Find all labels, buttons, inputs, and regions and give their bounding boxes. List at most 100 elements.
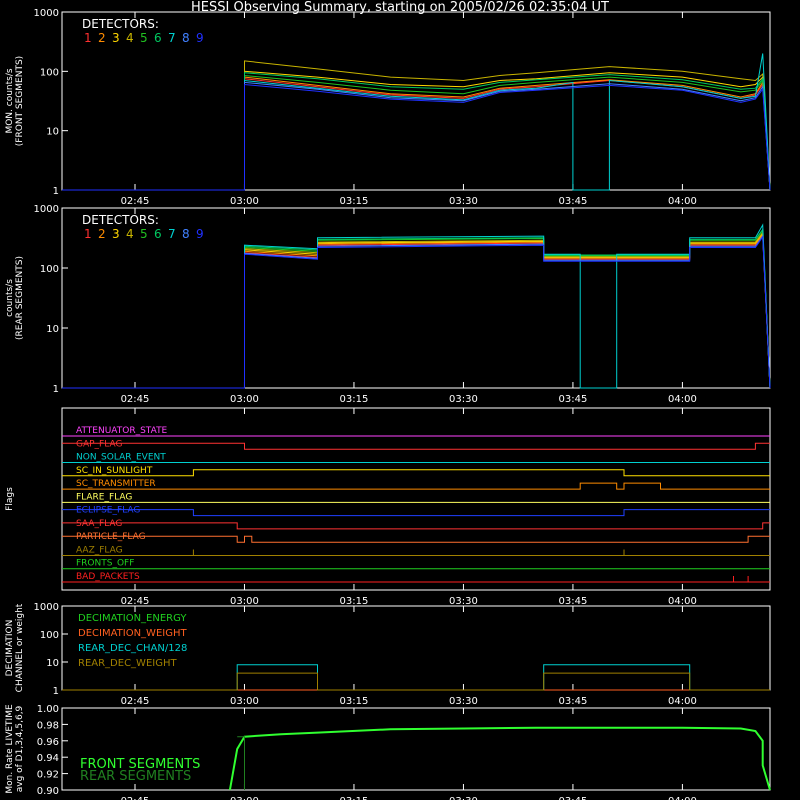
front-legend-detector-7: 7 — [168, 31, 176, 45]
flag-eclipse_flag-line — [62, 509, 770, 517]
rear-legend-detector-7: 7 — [168, 227, 176, 241]
rear-x-tick-label: 04:00 — [668, 394, 697, 405]
decimation-y-tick-label: 1000 — [34, 602, 59, 613]
flags-plot-frame — [61, 407, 771, 591]
front-legend-detector-3: 3 — [112, 31, 120, 45]
front-y-tick-label: 1 — [53, 186, 59, 197]
front-x-tick-label: 03:45 — [559, 196, 588, 207]
flags-x-tick-label: 03:15 — [340, 596, 369, 607]
flag-bad_packets-line — [62, 576, 770, 583]
rear-legend-detector-4: 4 — [126, 227, 134, 241]
front-y-tick-label: 100 — [40, 67, 59, 78]
rear-legend-title: DETECTORS: — [82, 213, 159, 227]
rear-detector-7-line — [62, 223, 771, 389]
flag-particle_flag-label: PARTICLE_FLAG — [76, 532, 146, 542]
front-y-axis-label: MON. counts/s — [5, 68, 15, 133]
front-detector-1-line — [62, 78, 771, 191]
front-y-tick-label: 1000 — [34, 8, 59, 19]
decimation-legend-1: DECIMATION_WEIGHT — [78, 628, 187, 639]
livetime-y-axis-label: Mon. Rate LIVETIME — [5, 704, 15, 794]
front-y-tick-label: 10 — [46, 127, 59, 138]
decimation-y-axis-label: DECIMATION — [5, 620, 15, 677]
livetime-x-tick-label: 02:45 — [121, 796, 150, 800]
flags-y-axis-label: Flags — [5, 487, 15, 511]
flag-eclipse_flag-label: ECLIPSE_FLAG — [76, 506, 140, 516]
flag-sc_in_sunlight-label: SC_IN_SUNLIGHT — [76, 466, 153, 476]
flag-saa_flag-line — [62, 522, 770, 530]
flag-aaz_flag-label: AAZ_FLAG — [76, 545, 123, 555]
flag-sc_in_sunlight-line — [62, 469, 770, 477]
livetime-x-tick-label: 03:30 — [449, 796, 478, 800]
front-legend-detector-5: 5 — [140, 31, 148, 45]
livetime-y-tick-label: 0.92 — [37, 770, 59, 781]
front-detector-9-line — [62, 83, 771, 191]
decimation-x-tick-label: 03:30 — [449, 696, 478, 707]
livetime-x-tick-label: 03:00 — [230, 796, 259, 800]
front-legend-title: DETECTORS: — [82, 17, 159, 31]
chart-canvas: 02:45 03:00 03:15 03:30 03:45 04:00 MON. count… — [5, 8, 771, 800]
flag-particle_flag-line — [62, 535, 770, 543]
decimation-x-tick-label: 03:45 — [559, 696, 588, 707]
livetime-front-segments-line — [228, 726, 771, 791]
front-detector-7-line — [62, 53, 771, 191]
rear-legend-detector-9: 9 — [196, 227, 204, 241]
livetime-y-axis-label-2: avg of D1,3,4,5,6,9 — [15, 705, 25, 792]
rear-detector-6-line — [62, 227, 771, 389]
livetime-y-tick-label: 0.98 — [37, 720, 59, 731]
rear-legend-detector-1: 1 — [84, 227, 92, 241]
livetime-y-tick-label: 0.96 — [37, 737, 59, 748]
rear-legend-detector-8: 8 — [182, 227, 190, 241]
flag-non_solar_event-label: NON_SOLAR_EVENT — [76, 453, 166, 463]
flags-x-tick-label: 03:45 — [559, 596, 588, 607]
front-legend-detector-8: 8 — [182, 31, 190, 45]
decimation-legend-0: DECIMATION_ENERGY — [78, 613, 187, 624]
rear-x-tick-label: 03:00 — [230, 394, 259, 405]
decimation-y-axis-label-2: CHANNEL or weight — [15, 603, 25, 692]
livetime-legend-1: REAR SEGMENTS — [80, 769, 191, 784]
front-y-axis-label-2: (FRONT SEGMENTS) — [15, 56, 25, 146]
livetime-x-tick-label: 03:15 — [340, 796, 369, 800]
flag-bad_packets-label: BAD_PACKETS — [76, 572, 140, 582]
decimation-x-tick-label: 03:15 — [340, 696, 369, 707]
decimation-legend-2: REAR_DEC_CHAN/128 — [78, 643, 187, 654]
rear-x-tick-label: 03:15 — [340, 394, 369, 405]
flag-sc_transmitter-line — [62, 482, 770, 490]
rear-legend-detector-2: 2 — [98, 227, 106, 241]
rear-x-tick-label: 02:45 — [121, 394, 150, 405]
flag-fronts_off-label: FRONTS_OFF — [76, 559, 134, 569]
livetime-x-tick-label: 03:45 — [559, 796, 588, 800]
front-detector-2-line — [62, 76, 771, 191]
rear-legend-detector-5: 5 — [140, 227, 148, 241]
livetime-y-tick-label: 0.94 — [37, 753, 59, 764]
front-legend-detector-4: 4 — [126, 31, 134, 45]
decimation-x-tick-label: 04:00 — [668, 696, 697, 707]
livetime-x-tick-label: 04:00 — [668, 796, 697, 800]
flags-x-tick-label: 04:00 — [668, 596, 697, 607]
rear-y-tick-label: 10 — [46, 324, 59, 335]
decimation-legend-3: REAR_DEC_WEIGHT — [78, 658, 177, 669]
livetime-y-tick-label: 0.90 — [37, 786, 59, 797]
rear-legend-detector-3: 3 — [112, 227, 120, 241]
front-legend-detector-2: 2 — [98, 31, 106, 45]
flag-gap_flag-label: GAP_FLAG — [76, 439, 122, 449]
front-detector-6-line — [62, 72, 771, 191]
front-legend-detector-9: 9 — [196, 31, 204, 45]
flags-x-tick-label: 03:00 — [230, 596, 259, 607]
rear-y-tick-label: 100 — [40, 264, 59, 275]
flags-x-tick-label: 02:45 — [121, 596, 150, 607]
flag-gap_flag-line — [62, 442, 770, 450]
decimation-x-tick-label: 03:00 — [230, 696, 259, 707]
front-legend-detector-1: 1 — [84, 31, 92, 45]
decimation-rear-dec-weight-line — [62, 672, 770, 691]
rear-y-tick-label: 1000 — [34, 204, 59, 215]
flag-sc_transmitter-label: SC_TRANSMITTER — [76, 479, 156, 489]
front-x-tick-label: 03:00 — [230, 196, 259, 207]
front-legend-detector-6: 6 — [154, 31, 162, 45]
rear-y-axis-label: counts/s — [5, 279, 15, 317]
front-detector-4-line — [62, 60, 771, 191]
front-x-tick-label: 04:00 — [668, 196, 697, 207]
flags-x-tick-label: 03:30 — [449, 596, 478, 607]
front-detector-8-line — [62, 81, 771, 191]
rear-y-axis-label-2: (REAR SEGMENTS) — [15, 256, 25, 340]
front-detector-5-line — [62, 74, 771, 191]
